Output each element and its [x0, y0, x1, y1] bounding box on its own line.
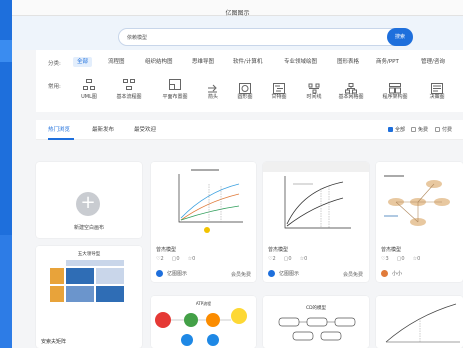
circle-chart-icon: [239, 79, 251, 94]
tab-favorite[interactable]: 最受欢迎: [134, 125, 156, 133]
comment-count: ▢0: [171, 256, 180, 262]
card-title: 曾杰模型: [268, 247, 289, 253]
checkbox-icon: [388, 127, 393, 132]
category-mindmap[interactable]: 思维导图: [192, 57, 214, 67]
title-bar: 亿图图示: [12, 0, 463, 17]
tool-arrow[interactable]: 箭头: [196, 79, 230, 107]
category-management[interactable]: 管理/咨询: [421, 57, 445, 67]
uml-icon: [83, 79, 95, 90]
category-tables[interactable]: 图形表格: [337, 57, 359, 67]
card-stats: ♡2 ▢0 ☆0: [156, 256, 195, 262]
plus-icon: +: [76, 192, 100, 216]
network-icon: [345, 79, 357, 94]
card-price: 会员免费: [343, 272, 364, 278]
decision-icon: [431, 79, 443, 94]
tool-gantt[interactable]: 甘特图: [262, 79, 296, 107]
thumbnail-caption: CD的模型: [305, 306, 327, 311]
sidebar-active-marker: [0, 40, 12, 62]
card-title: 曾杰模型: [381, 247, 402, 253]
tool-decision-tree[interactable]: 决策图: [420, 79, 454, 107]
new-blank-canvas-card[interactable]: + 新建空白画布: [36, 162, 142, 238]
template-card[interactable]: 曾杰模型 ♡2 ▢0 ☆0 亿图图示 会员免费: [263, 162, 369, 282]
tool-timeline[interactable]: 时间线: [297, 79, 331, 107]
sidebar-lower-section: [0, 235, 12, 348]
thumbnail-caption: 五大领导型: [77, 252, 101, 257]
card-author[interactable]: 亿图图示: [268, 270, 299, 277]
card-author[interactable]: 小小: [381, 270, 402, 277]
template-thumbnail: [263, 296, 369, 348]
comment-count: ▢0: [396, 256, 405, 262]
avatar: [381, 270, 388, 277]
card-author[interactable]: 亿图图示: [156, 270, 187, 277]
flowchart-icon: [123, 79, 135, 90]
search-bar: 搜索: [118, 28, 413, 46]
like-count: ♡2: [268, 256, 276, 262]
card-price: 会员免费: [231, 272, 252, 278]
tool-basic-flowchart[interactable]: 基本流程图: [112, 79, 146, 107]
category-professional[interactable]: 专业领域绘图: [284, 57, 317, 67]
checkbox-paid[interactable]: 付费: [435, 126, 452, 133]
category-business[interactable]: 商务/PPT: [376, 57, 399, 67]
avatar: [156, 270, 163, 277]
template-thumbnail: [263, 162, 369, 240]
template-card[interactable]: 曾杰模型 ♡3 ▢0 ☆0 小小: [376, 162, 463, 282]
checkbox-free[interactable]: 免费: [411, 126, 428, 133]
tools-label: 常用:: [48, 84, 61, 90]
checkbox-icon: [435, 127, 440, 132]
search-button[interactable]: 搜索: [387, 28, 413, 46]
like-count: ♡3: [381, 256, 389, 262]
tool-floor-plan[interactable]: 平面布置图: [158, 79, 192, 107]
template-thumbnail: [376, 162, 463, 240]
card-title: 安索夫矩阵: [41, 339, 67, 345]
active-tab-indicator: [48, 138, 74, 140]
avatar: [268, 270, 275, 277]
like-count: ♡2: [156, 256, 164, 262]
thumbnail-caption: ATP流程: [195, 301, 212, 306]
card-stats: ♡3 ▢0 ☆0: [381, 256, 420, 262]
template-card[interactable]: CD的模型: [263, 296, 369, 348]
arrow-icon: [207, 79, 219, 93]
floor-plan-icon: [169, 79, 181, 90]
category-flowchart[interactable]: 流程图: [108, 57, 125, 67]
category-org-chart[interactable]: 组织结构图: [145, 57, 173, 67]
checkbox-icon: [411, 127, 416, 132]
template-thumbnail: [376, 296, 463, 348]
sort-tabs: 热门浏览 最新发布 最受欢迎 全部 免费 付费: [36, 120, 463, 140]
architecture-icon: [389, 79, 401, 94]
filter-panel: 分类: 全部 流程图 组织结构图 思维导图 软件/计算机 专业领域绘图 图形表格…: [36, 50, 463, 112]
template-thumbnail: [151, 162, 256, 240]
tool-circle-chart[interactable]: 圆形图: [228, 79, 262, 107]
favorite-count: ☆0: [412, 256, 421, 262]
card-title: 曾杰模型: [156, 247, 177, 253]
tool-uml[interactable]: UML图: [72, 79, 106, 107]
tool-basic-network[interactable]: 基本网格图: [334, 79, 368, 107]
template-thumbnail: [36, 246, 142, 326]
category-label: 分类:: [48, 61, 61, 67]
checkbox-all[interactable]: 全部: [388, 126, 405, 133]
favorite-count: ☆0: [299, 256, 308, 262]
left-sidebar-strip: [0, 0, 12, 348]
template-card[interactable]: 五大领导型 安索夫矩阵: [36, 246, 142, 348]
template-card[interactable]: ATP流程: [151, 296, 256, 348]
comment-count: ▢0: [283, 256, 292, 262]
template-card[interactable]: 曾杰模型 ♡2 ▢0 ☆0 亿图图示 会员免费: [151, 162, 256, 282]
favorite-count: ☆0: [187, 256, 196, 262]
tool-program-architecture[interactable]: 程序架构图: [378, 79, 412, 107]
category-software[interactable]: 软件/计算机: [233, 57, 262, 67]
tab-popular[interactable]: 热门浏览: [48, 125, 70, 133]
template-card[interactable]: [376, 296, 463, 348]
timeline-icon: [308, 79, 320, 94]
card-stats: ♡2 ▢0 ☆0: [268, 256, 307, 262]
gantt-icon: [273, 79, 285, 94]
category-all[interactable]: 全部: [73, 57, 93, 67]
tab-latest[interactable]: 最新发布: [92, 125, 114, 133]
search-input[interactable]: [127, 31, 377, 43]
